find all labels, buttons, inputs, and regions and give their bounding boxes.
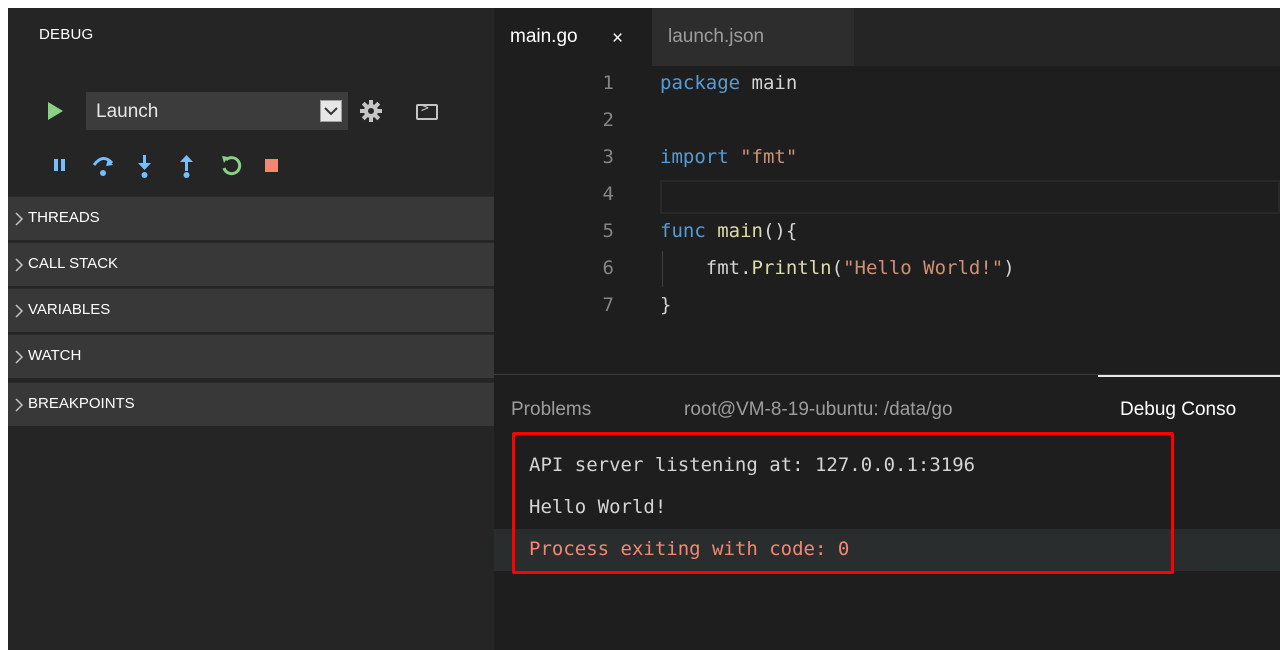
code-line: 5 func main(){	[494, 214, 1280, 251]
section-label: WATCH	[28, 347, 82, 364]
line-content: import "fmt"	[660, 146, 798, 168]
tab-debug-console[interactable]: Debug Conso	[1120, 399, 1236, 421]
tab-launch-json[interactable]: launch.json	[652, 8, 854, 66]
code-line: 2	[494, 103, 1280, 140]
line-number: 6	[602, 257, 614, 279]
gear-icon[interactable]	[360, 100, 382, 122]
line-content: package main	[660, 72, 798, 94]
step-into-icon[interactable]	[132, 151, 158, 179]
pause-icon[interactable]	[48, 151, 74, 179]
line-number: 4	[602, 183, 614, 205]
code-line: 7 }	[494, 288, 1280, 325]
line-number: 3	[602, 146, 614, 168]
section-call-stack[interactable]: CALL STACK	[8, 242, 494, 286]
start-debugging-icon[interactable]	[48, 102, 63, 120]
chevron-right-icon	[15, 258, 24, 272]
section-label: THREADS	[28, 209, 100, 226]
tab-problems[interactable]: Problems	[511, 399, 591, 421]
chevron-right-icon	[15, 350, 24, 364]
launch-config-select[interactable]: Launch	[86, 92, 348, 130]
section-variables[interactable]: VARIABLES	[8, 288, 494, 332]
section-label: CALL STACK	[28, 255, 119, 272]
chevron-right-icon	[15, 212, 24, 226]
tab-label: main.go	[510, 26, 578, 47]
stop-icon[interactable]	[258, 151, 284, 179]
code-line: 6 fmt.Println("Hello World!")	[494, 251, 1280, 288]
editor-tab-bar: main.go × launch.json	[494, 8, 1280, 66]
line-number: 2	[602, 109, 614, 131]
chevron-down-icon[interactable]	[320, 100, 342, 122]
launch-config-value: Launch	[96, 101, 159, 122]
open-console-icon[interactable]: >	[416, 101, 438, 120]
debug-toolbar	[48, 151, 378, 179]
chevron-right-icon	[15, 304, 24, 318]
line-content: fmt.Println("Hello World!")	[705, 257, 1015, 279]
step-over-icon[interactable]	[90, 151, 116, 179]
line-number: 5	[602, 220, 614, 242]
tab-label: launch.json	[668, 26, 765, 47]
code-line: 1 package main	[494, 66, 1280, 103]
tab-terminal[interactable]: root@VM-8-19-ubuntu: /data/go	[684, 399, 953, 421]
line-content: }	[660, 294, 672, 316]
active-tab-indicator	[1098, 375, 1280, 377]
code-line: 4	[494, 177, 1280, 214]
section-label: BREAKPOINTS	[28, 395, 135, 412]
line-content: func main(){	[660, 220, 798, 242]
close-icon[interactable]: ×	[612, 28, 623, 50]
sidebar-title: DEBUG	[39, 26, 94, 43]
section-threads[interactable]: THREADS	[8, 196, 494, 240]
chevron-right-icon	[15, 398, 24, 412]
section-label: VARIABLES	[28, 301, 111, 318]
code-editor: main.go × launch.json 1 package main 2 3…	[494, 8, 1280, 374]
debug-sidebar: DEBUG Launch > THREADS CALL STACK VARIAB…	[8, 8, 494, 650]
line-number: 7	[602, 294, 614, 316]
annotation-highlight-box	[512, 432, 1174, 574]
section-breakpoints[interactable]: BREAKPOINTS	[8, 382, 494, 426]
code-line: 3 import "fmt"	[494, 140, 1280, 177]
section-watch[interactable]: WATCH	[8, 334, 494, 378]
line-number: 1	[602, 72, 614, 94]
step-out-icon[interactable]	[174, 151, 200, 179]
vscode-window: DEBUG Launch > THREADS CALL STACK VARIAB…	[8, 8, 1280, 650]
tab-main-go[interactable]: main.go	[494, 8, 652, 66]
restart-icon[interactable]	[218, 151, 244, 179]
